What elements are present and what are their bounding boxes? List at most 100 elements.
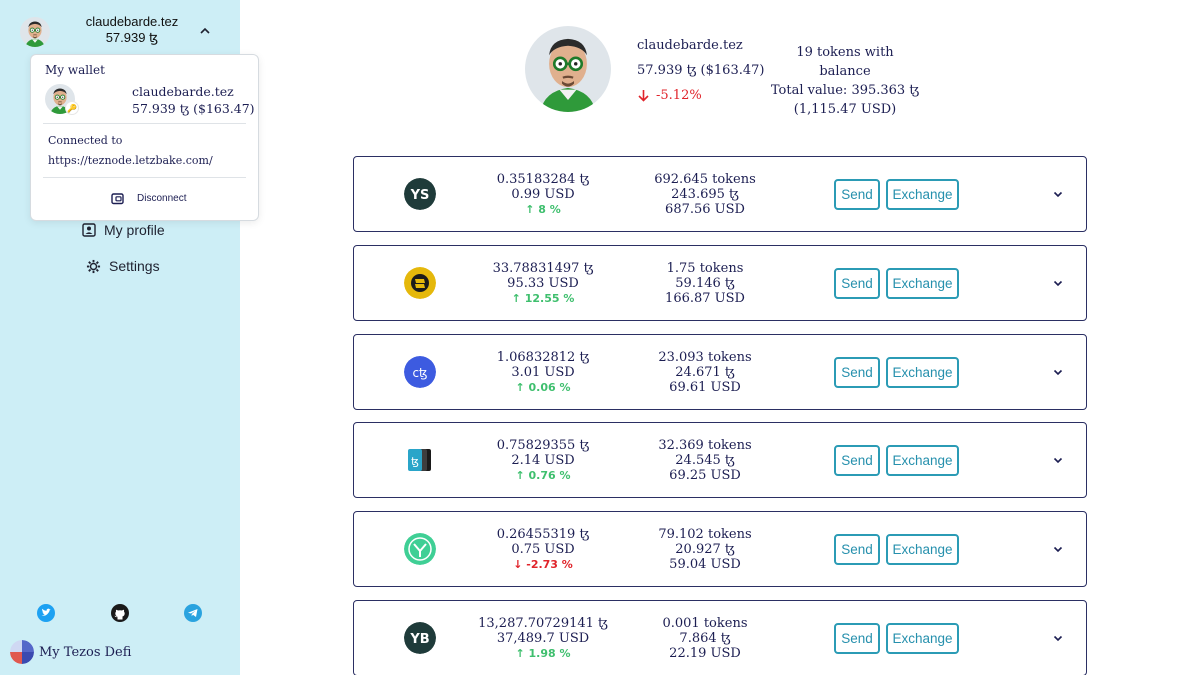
token-price-usd: 3.01 USD bbox=[511, 364, 575, 380]
send-button[interactable]: Send bbox=[834, 534, 880, 566]
token-price-change: ↑ 0.76 % bbox=[463, 468, 623, 483]
telegram-icon[interactable] bbox=[184, 604, 202, 622]
exchange-button[interactable]: Exchange bbox=[886, 356, 959, 388]
arrow-down-icon: ↓ bbox=[513, 558, 523, 572]
green-leaf-token-icon bbox=[404, 533, 436, 566]
token-holdings: 1.75 tokens 59.146 ꜩ 166.87 USD bbox=[625, 261, 785, 306]
chevron-down-icon[interactable] bbox=[1052, 632, 1064, 644]
gear-icon bbox=[86, 259, 101, 273]
wallet-popover-title: My wallet bbox=[45, 63, 105, 77]
arrow-up-icon: ↑ bbox=[511, 291, 521, 305]
divider bbox=[43, 123, 246, 124]
token-price-usd: 0.99 USD bbox=[511, 187, 575, 202]
token-value-usd: 69.25 USD bbox=[669, 468, 741, 484]
token-value-xtz: 243.695 ꜩ bbox=[671, 187, 739, 202]
chevron-down-icon[interactable] bbox=[1052, 454, 1064, 466]
token-row: 0.26455319 ꜩ 0.75 USD ↓ -2.73 % 79.102 t… bbox=[353, 511, 1087, 588]
exchange-button[interactable]: Exchange bbox=[886, 534, 959, 566]
token-change-value: 12.55 % bbox=[524, 291, 575, 305]
token-price-change: ↑ 1.98 % bbox=[463, 646, 623, 661]
token-price-xtz: 13,287.70729141 ꜩ bbox=[478, 616, 608, 631]
token-holdings: 692.645 tokens 243.695 ꜩ 687.56 USD bbox=[625, 172, 785, 217]
token-row: ꜩ 0.75829355 ꜩ 2.14 USD ↑ 0.76 % 32.369 … bbox=[353, 422, 1087, 499]
svg-text:YS: YS bbox=[410, 188, 430, 203]
send-button[interactable]: Send bbox=[834, 179, 880, 210]
sidebar-item-label: My profile bbox=[104, 222, 165, 238]
disconnect-button[interactable]: Disconnect bbox=[111, 192, 186, 205]
chevron-down-icon[interactable] bbox=[1052, 543, 1064, 555]
token-holdings: 79.102 tokens 20.927 ꜩ 59.04 USD bbox=[625, 527, 785, 572]
send-button[interactable]: Send bbox=[834, 356, 880, 388]
token-price: 0.26455319 ꜩ 0.75 USD ↓ -2.73 % bbox=[463, 527, 623, 572]
sidebar-item-settings[interactable]: Settings bbox=[86, 258, 160, 274]
token-price-usd: 0.75 USD bbox=[511, 542, 575, 558]
token-change-value: 8 % bbox=[538, 203, 561, 216]
exchange-button[interactable]: Exchange bbox=[886, 267, 959, 299]
wallet-account-balance: 57.939 ꜩ ($163.47) bbox=[132, 101, 255, 116]
total-usd: (1,115.47 USD) bbox=[793, 102, 897, 117]
token-value-xtz: 24.545 ꜩ bbox=[675, 453, 735, 469]
account-switcher[interactable]: claudebarde.tez 57.939 ꜩ bbox=[20, 14, 220, 50]
token-holdings: 0.001 tokens 7.864 ꜩ 22.19 USD bbox=[625, 616, 785, 661]
token-amount: 1.75 tokens bbox=[666, 260, 744, 276]
token-price: 0.35183284 ꜩ 0.99 USD ↑ 8 % bbox=[463, 172, 623, 217]
sidebar-item-my-profile[interactable]: My profile bbox=[82, 222, 165, 238]
token-row: YB 13,287.70729141 ꜩ 37,489.7 USD ↑ 1.98… bbox=[353, 600, 1087, 675]
key-icon: 🔑 bbox=[65, 101, 79, 115]
profile-name: claudebarde.tez bbox=[637, 38, 743, 53]
wallet-popover: My wallet 🔑 claudebarde.tez 57.939 ꜩ ($1… bbox=[30, 54, 259, 221]
token-price-xtz: 1.06832812 ꜩ bbox=[496, 349, 590, 365]
yb-token-icon: YB bbox=[404, 622, 436, 654]
token-value-usd: 22.19 USD bbox=[669, 646, 741, 661]
account-summary: claudebarde.tez 57.939 ꜩ bbox=[82, 14, 182, 46]
send-button[interactable]: Send bbox=[834, 623, 880, 654]
send-button[interactable]: Send bbox=[834, 445, 880, 477]
profile-change-value: -5.12% bbox=[656, 88, 702, 103]
token-change-value: 1.98 % bbox=[528, 647, 571, 660]
profile-avatar bbox=[525, 26, 611, 112]
token-value-xtz: 7.864 ꜩ bbox=[679, 631, 731, 646]
token-price: 13,287.70729141 ꜩ 37,489.7 USD ↑ 1.98 % bbox=[463, 616, 623, 661]
token-value-xtz: 59.146 ꜩ bbox=[675, 275, 735, 291]
portfolio-summary: 19 tokens with balance Total value: 395.… bbox=[770, 43, 920, 119]
twitter-icon[interactable] bbox=[37, 604, 55, 622]
github-icon[interactable] bbox=[111, 604, 129, 622]
token-row: YS 0.35183284 ꜩ 0.99 USD ↑ 8 % 692.645 t… bbox=[353, 156, 1087, 232]
token-price-xtz: 0.26455319 ꜩ bbox=[496, 527, 590, 543]
token-value-usd: 59.04 USD bbox=[669, 557, 741, 573]
chevron-up-icon[interactable] bbox=[198, 24, 212, 38]
svg-text:YB: YB bbox=[409, 632, 429, 647]
exchange-button[interactable]: Exchange bbox=[886, 179, 959, 210]
token-amount: 79.102 tokens bbox=[658, 527, 752, 543]
token-change-value: 0.76 % bbox=[528, 469, 571, 483]
token-price-change: ↓ -2.73 % bbox=[463, 557, 623, 572]
total-value: Total value: 395.363 ꜩ bbox=[770, 83, 920, 98]
token-amount: 32.369 tokens bbox=[658, 438, 752, 454]
connected-label: Connected to bbox=[48, 134, 123, 147]
chevron-down-icon[interactable] bbox=[1052, 188, 1064, 200]
chevron-down-icon[interactable] bbox=[1052, 366, 1064, 378]
token-price: 33.78831497 ꜩ 95.33 USD ↑ 12.55 % bbox=[463, 261, 623, 306]
tokens-count: 19 tokens with balance bbox=[796, 45, 894, 79]
token-price-usd: 95.33 USD bbox=[507, 275, 579, 291]
brand[interactable]: My Tezos Defi bbox=[10, 640, 131, 664]
token-value-xtz: 20.927 ꜩ bbox=[675, 542, 735, 558]
arrow-up-icon: ↑ bbox=[525, 203, 535, 216]
brand-name: My Tezos Defi bbox=[39, 644, 132, 660]
send-button[interactable]: Send bbox=[834, 267, 880, 299]
exchange-button[interactable]: Exchange bbox=[886, 623, 959, 654]
ys-token-icon: YS bbox=[404, 178, 436, 210]
token-price-usd: 37,489.7 USD bbox=[496, 631, 590, 646]
token-change-value: 0.06 % bbox=[528, 380, 571, 394]
svg-text:ꜩ: ꜩ bbox=[411, 455, 419, 468]
token-value-usd: 166.87 USD bbox=[665, 290, 745, 306]
user-avatar bbox=[20, 17, 50, 47]
chevron-down-icon[interactable] bbox=[1052, 277, 1064, 289]
exchange-button[interactable]: Exchange bbox=[886, 445, 959, 477]
yellow-coin-token-icon bbox=[404, 266, 436, 299]
wallet-account-name: claudebarde.tez bbox=[132, 84, 234, 99]
token-amount: 23.093 tokens bbox=[658, 349, 752, 365]
token-value-usd: 69.61 USD bbox=[669, 379, 741, 395]
profile-change: -5.12% bbox=[637, 88, 702, 103]
arrow-up-icon: ↑ bbox=[515, 380, 525, 394]
